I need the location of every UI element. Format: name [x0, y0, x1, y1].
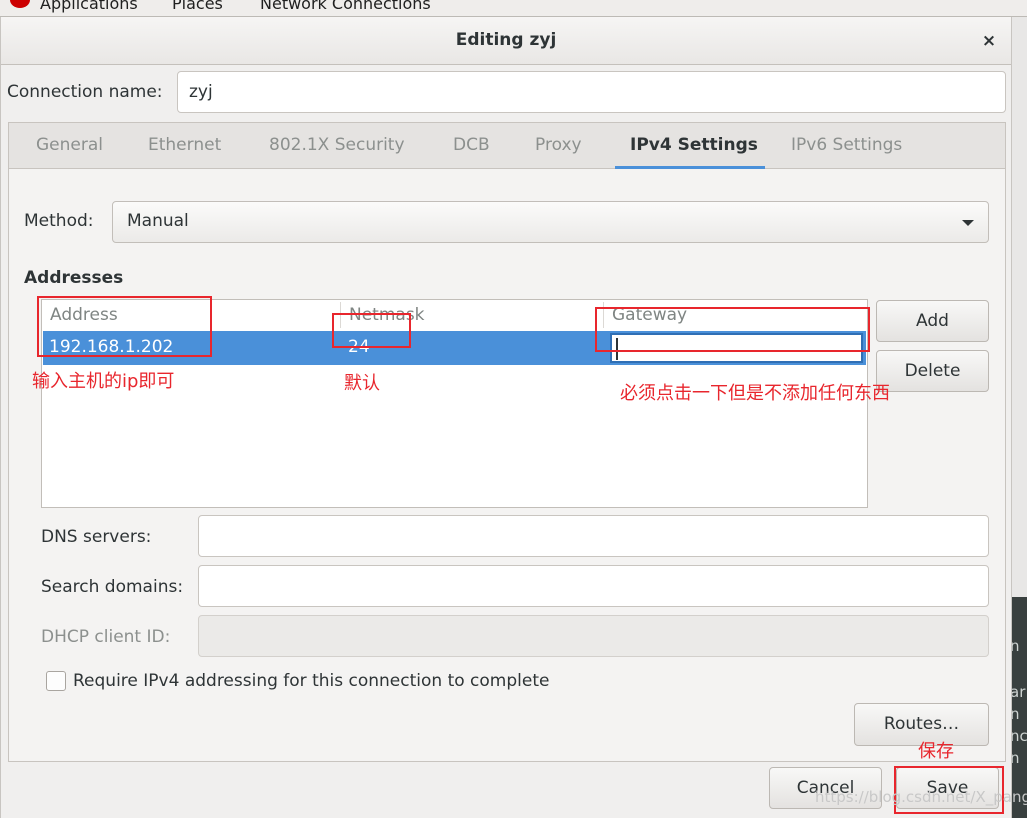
dhcp-client-id-label: DHCP client ID:	[41, 627, 171, 647]
tab-bar: General Ethernet 802.1X Security DCB Pro…	[9, 123, 1005, 169]
dhcp-client-id-input	[198, 615, 989, 657]
background-text: nc	[1010, 727, 1027, 745]
netmask-annotation: 默认	[344, 373, 380, 394]
dialog-title: Editing zyj	[455, 30, 557, 50]
edit-connection-dialog: Editing zyj × Connection name: General E…	[0, 17, 1012, 818]
tab-ethernet[interactable]: Ethernet	[148, 135, 221, 155]
addresses-heading: Addresses	[24, 268, 124, 288]
method-dropdown[interactable]: Manual	[112, 201, 989, 243]
dns-servers-label: DNS servers:	[41, 527, 152, 547]
active-tab-indicator	[615, 166, 765, 169]
search-domains-label: Search domains:	[41, 577, 184, 597]
dns-servers-input[interactable]	[198, 515, 989, 557]
background-text: ar	[1010, 683, 1026, 701]
redhat-logo-icon	[10, 0, 30, 8]
search-domains-input[interactable]	[198, 565, 989, 607]
require-ipv4-checkbox[interactable]	[46, 671, 66, 691]
dialog-titlebar: Editing zyj ×	[1, 17, 1011, 65]
tab-dcb[interactable]: DCB	[453, 135, 490, 155]
watermark-text: https://blog.csdn.net/X_pang	[815, 788, 1027, 806]
connection-name-label: Connection name:	[7, 82, 163, 102]
tab-general[interactable]: General	[36, 135, 103, 155]
close-icon[interactable]: ×	[976, 29, 1002, 53]
tab-ipv4-settings[interactable]: IPv4 Settings	[630, 135, 758, 155]
menu-network-connections[interactable]: Network Connections	[260, 0, 431, 13]
desktop-top-bar: Applications Places Network Connections	[0, 0, 1027, 17]
address-annotation: 输入主机的ip即可	[32, 371, 175, 392]
gateway-annotation-box	[595, 307, 870, 352]
method-value: Manual	[127, 211, 189, 231]
require-ipv4-label[interactable]: Require IPv4 addressing for this connect…	[73, 671, 549, 691]
address-annotation-box	[37, 296, 212, 357]
method-label: Method:	[24, 211, 94, 231]
delete-address-button[interactable]: Delete	[876, 350, 989, 392]
menu-places[interactable]: Places	[172, 0, 223, 13]
tab-8021x-security[interactable]: 802.1X Security	[269, 135, 405, 155]
gateway-annotation: 必须点击一下但是不添加任何东西	[620, 383, 890, 404]
tab-proxy[interactable]: Proxy	[535, 135, 582, 155]
settings-notebook: General Ethernet 802.1X Security DCB Pro…	[8, 122, 1006, 762]
netmask-annotation-box	[332, 313, 411, 348]
menu-applications[interactable]: Applications	[40, 0, 138, 13]
tab-ipv6-settings[interactable]: IPv6 Settings	[791, 135, 902, 155]
save-annotation: 保存	[918, 741, 954, 762]
add-address-button[interactable]: Add	[876, 300, 989, 342]
connection-name-input[interactable]	[177, 71, 1006, 113]
chevron-down-icon	[962, 220, 974, 226]
